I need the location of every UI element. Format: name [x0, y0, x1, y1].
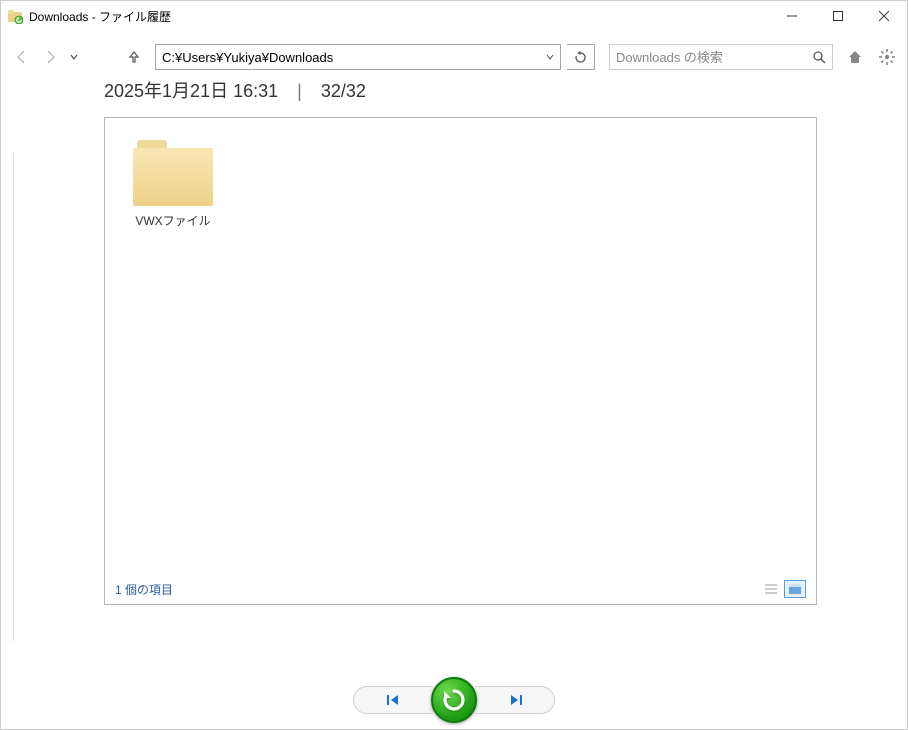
nav-history-dropdown[interactable] — [63, 46, 85, 68]
settings-button[interactable] — [877, 47, 897, 67]
address-input[interactable] — [156, 45, 540, 69]
close-button[interactable] — [861, 1, 907, 31]
nav-forward-button[interactable] — [39, 46, 61, 68]
address-dropdown[interactable] — [540, 53, 560, 61]
list-item[interactable]: VWXファイル — [123, 136, 223, 229]
item-count: 1 個の項目 — [115, 581, 173, 598]
home-button[interactable] — [845, 47, 865, 67]
file-panel: VWXファイル 1 個の項目 — [104, 117, 817, 605]
prev-version-button[interactable] — [353, 686, 433, 714]
app-icon — [7, 8, 23, 24]
search-box[interactable] — [609, 44, 833, 70]
address-bar[interactable] — [155, 44, 561, 70]
next-version-button[interactable] — [475, 686, 555, 714]
history-nav — [1, 671, 907, 729]
search-icon — [813, 51, 826, 64]
content-area: 2025年1月21日 16:31 | 32/32 VWXファイル 1 個の項目 — [1, 83, 907, 671]
status-bar: 1 個の項目 — [115, 580, 806, 598]
toolbar — [1, 31, 907, 83]
window-title: Downloads - ファイル履歴 — [29, 8, 171, 25]
icons-view-button[interactable] — [784, 580, 806, 598]
snapshot-header: 2025年1月21日 16:31 | 32/32 — [104, 77, 817, 103]
left-edge-panel — [1, 153, 14, 641]
nav-up-button[interactable] — [123, 46, 145, 68]
search-input[interactable] — [616, 50, 813, 65]
snapshot-position: 32/32 — [321, 81, 366, 101]
nav-back-button[interactable] — [11, 46, 33, 68]
snapshot-separator: | — [297, 81, 302, 101]
titlebar: Downloads - ファイル履歴 — [1, 1, 907, 31]
restore-button[interactable] — [431, 677, 477, 723]
details-view-button[interactable] — [760, 580, 782, 598]
folder-icon — [133, 136, 213, 206]
refresh-button[interactable] — [567, 44, 595, 70]
maximize-button[interactable] — [815, 1, 861, 31]
item-label: VWXファイル — [123, 212, 223, 229]
minimize-button[interactable] — [769, 1, 815, 31]
snapshot-date: 2025年1月21日 16:31 — [104, 81, 278, 101]
